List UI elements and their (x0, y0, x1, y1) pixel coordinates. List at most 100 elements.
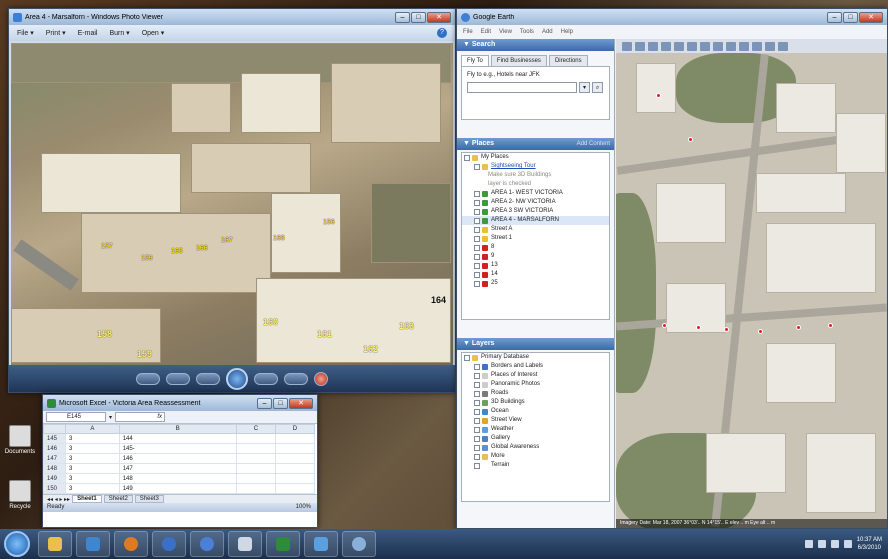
layer-item[interactable]: Terrain (462, 461, 609, 470)
satellite-map[interactable]: Imagery Date: Mar 18, 2007 36°03'.. N 14… (616, 53, 887, 528)
cell[interactable]: 3 (65, 463, 120, 474)
places-item[interactable]: layer is checked (462, 180, 609, 189)
cell[interactable]: 3 (65, 483, 120, 494)
sheet-tab-2[interactable]: Sheet2 (103, 495, 133, 503)
flag-icon[interactable] (817, 540, 826, 548)
rotate-button[interactable] (284, 372, 308, 385)
places-item[interactable]: Street 1 (462, 234, 609, 243)
row-header[interactable]: 147 (43, 453, 66, 464)
dropdown-icon[interactable]: ▾ (109, 414, 112, 421)
places-item[interactable]: 14 (462, 270, 609, 279)
cell[interactable] (274, 473, 316, 484)
taskbar-excel[interactable] (266, 531, 300, 557)
checkbox[interactable] (474, 435, 480, 442)
desktop-icon-recycle[interactable]: Recycle (4, 480, 36, 510)
slideshow-button[interactable] (226, 367, 248, 390)
places-item[interactable]: AREA 3 SW VICTORIA (462, 207, 609, 216)
checkbox[interactable] (474, 217, 480, 224)
cell[interactable] (235, 483, 276, 494)
layer-item[interactable]: Roads (462, 389, 609, 398)
dropdown-icon[interactable]: ▾ (579, 82, 590, 93)
checkbox[interactable] (474, 390, 480, 397)
sheet-tab-3[interactable]: Sheet3 (134, 495, 164, 503)
sidebar-toggle-icon[interactable] (622, 41, 632, 51)
placemark-icon[interactable] (635, 41, 645, 51)
cell[interactable] (235, 443, 276, 454)
layer-item[interactable]: Gallery (462, 434, 609, 443)
maximize-button[interactable]: □ (411, 11, 426, 23)
ruler-icon[interactable] (739, 41, 749, 51)
checkbox[interactable] (474, 363, 480, 370)
menu-help[interactable]: Help (561, 29, 573, 35)
cell[interactable]: 149 (118, 483, 237, 494)
row-header[interactable]: 148 (43, 463, 66, 474)
menu-add[interactable]: Add (542, 29, 553, 35)
places-item[interactable]: 25 (462, 279, 609, 288)
checkbox[interactable] (474, 226, 480, 233)
insert-function-button[interactable]: fx (115, 412, 166, 422)
placemark-pin[interactable] (656, 93, 661, 98)
menu-email[interactable]: E-mail (78, 30, 98, 37)
cell[interactable]: 3 (65, 433, 120, 444)
taskbar-firefox[interactable] (114, 531, 148, 557)
menu-tools[interactable]: Tools (520, 29, 534, 35)
zoom-level[interactable]: 100% (296, 503, 311, 512)
taskbar-explorer[interactable] (38, 531, 72, 557)
column-header[interactable]: D (274, 424, 316, 434)
menu-view[interactable]: View (499, 29, 512, 35)
close-button[interactable]: ✕ (859, 11, 883, 23)
row-header[interactable]: 149 (43, 473, 66, 484)
cell[interactable] (274, 433, 316, 444)
checkbox[interactable] (464, 354, 470, 361)
taskbar-photo-viewer[interactable] (304, 531, 338, 557)
show-hidden-icons-icon[interactable] (804, 540, 813, 548)
layer-item[interactable]: Global Awareness (462, 443, 609, 452)
layer-item[interactable]: Primary Database (462, 353, 609, 362)
excel-titlebar[interactable]: Microsoft Excel - Victoria Area Reassess… (43, 395, 317, 411)
layer-item[interactable]: Places of Interest (462, 371, 609, 380)
menu-file[interactable]: File ▾ (17, 29, 34, 37)
layer-item[interactable]: 3D Buildings (462, 398, 609, 407)
google-earth-titlebar[interactable]: Google Earth – □ ✕ (457, 9, 887, 25)
checkbox[interactable] (474, 417, 480, 424)
previous-button[interactable] (196, 372, 220, 385)
placemark-pin[interactable] (796, 325, 801, 330)
menu-print[interactable]: Print ▾ (46, 29, 66, 37)
actual-size-button[interactable] (166, 372, 190, 385)
overlay-icon[interactable] (674, 41, 684, 51)
search-icon[interactable]: ⌕ (592, 82, 603, 93)
name-box[interactable]: E145 (46, 412, 106, 422)
cell[interactable]: 146 (118, 453, 237, 464)
taskbar-earth-1[interactable] (152, 531, 186, 557)
help-icon[interactable]: ? (437, 28, 447, 38)
checkbox[interactable] (474, 453, 480, 460)
close-button[interactable]: ✕ (427, 11, 451, 23)
minimize-button[interactable]: – (395, 11, 410, 23)
cell[interactable]: 144 (118, 433, 237, 444)
sheet-nav-icon[interactable]: ◂◂ ◂ ▸ ▸▸ (47, 496, 70, 503)
tab-fly-to[interactable]: Fly To (461, 55, 489, 66)
sky-icon[interactable] (726, 41, 736, 51)
zoom-button[interactable] (136, 372, 160, 385)
layer-item[interactable]: Ocean (462, 407, 609, 416)
tab-find-businesses[interactable]: Find Businesses (490, 55, 547, 66)
layer-item[interactable]: Panoramic Photos (462, 380, 609, 389)
row-header[interactable]: 150 (43, 483, 66, 494)
menu-open[interactable]: Open ▾ (142, 29, 165, 37)
checkbox[interactable] (474, 235, 480, 242)
cell[interactable] (274, 443, 316, 454)
checkbox[interactable] (474, 199, 480, 206)
email-icon[interactable] (752, 41, 762, 51)
places-item[interactable]: 13 (462, 261, 609, 270)
maps-icon[interactable] (778, 41, 788, 51)
placemark-pin[interactable] (688, 137, 693, 142)
search-panel-header[interactable]: ▼ Search (457, 39, 614, 51)
cell[interactable] (274, 453, 316, 464)
menu-edit[interactable]: Edit (481, 29, 491, 35)
volume-icon[interactable] (843, 540, 852, 548)
spreadsheet-grid[interactable]: A B C D 145 3 144 146 3 145- 147 3 146 148 3 147 149… (43, 424, 316, 494)
cell[interactable]: 3 (65, 453, 120, 464)
places-item[interactable]: Street A (462, 225, 609, 234)
cell[interactable] (235, 463, 276, 474)
places-item[interactable]: Make sure 3D Buildings (462, 171, 609, 180)
